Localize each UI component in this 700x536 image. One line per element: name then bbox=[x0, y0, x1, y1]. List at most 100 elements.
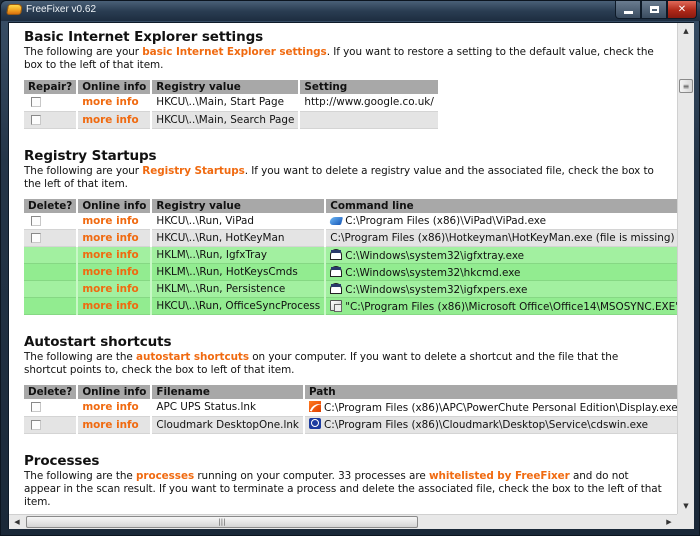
delete-checkbox[interactable] bbox=[31, 402, 41, 413]
table-header-row: Delete? Online info Registry value Comma… bbox=[24, 198, 677, 213]
vipad-icon bbox=[329, 216, 344, 225]
registry-value: HKCU\..\Main, Search Page bbox=[151, 111, 301, 129]
repair-checkbox[interactable] bbox=[31, 114, 41, 125]
autostart-shortcuts-table: Delete? Online info Filename Path more i… bbox=[24, 385, 677, 434]
close-button[interactable]: ✕ bbox=[667, 1, 697, 19]
processes-link[interactable]: processes bbox=[136, 470, 194, 482]
delete-cell bbox=[24, 246, 79, 264]
delete-checkbox[interactable] bbox=[31, 215, 41, 226]
scan-results-content: Basic Internet Explorer settings The fol… bbox=[9, 23, 677, 514]
window-icon bbox=[330, 265, 343, 277]
apc-icon bbox=[308, 400, 321, 412]
column-header: Registry value bbox=[151, 198, 327, 213]
registry-value: HKLM\..\Run, IgfxTray bbox=[151, 246, 327, 264]
column-header: Delete? bbox=[24, 385, 79, 399]
registry-value: HKLM\..\Run, Persistence bbox=[151, 280, 327, 298]
ie-settings-link[interactable]: basic Internet Explorer settings bbox=[142, 46, 326, 58]
command-text: C:\Windows\system32\igfxtray.exe bbox=[345, 249, 525, 262]
table-header-row: Delete? Online info Filename Path bbox=[24, 385, 677, 399]
scrollbar-corner bbox=[677, 514, 694, 529]
section-title: Registry Startups bbox=[24, 147, 157, 164]
scroll-right-arrow-icon[interactable]: ▶ bbox=[661, 515, 677, 529]
desc-text: The following are your bbox=[24, 46, 143, 58]
delete-cell bbox=[24, 229, 79, 247]
more-info-link[interactable]: more info bbox=[77, 212, 153, 230]
command-line: C:\Program Files (x86)\Hotkeyman\HotKeyM… bbox=[325, 229, 677, 247]
close-icon: ✕ bbox=[677, 4, 687, 15]
path-text: C:\Program Files (x86)\Cloudmark\Desktop… bbox=[323, 419, 649, 431]
path: C:\Program Files (x86)\Cloudmark\Desktop… bbox=[303, 416, 677, 434]
more-info-link[interactable]: more info bbox=[77, 263, 153, 281]
window-title: FreeFixer v0.62 bbox=[26, 4, 97, 15]
desc-text: The following are the bbox=[24, 351, 137, 363]
delete-cell bbox=[24, 263, 79, 281]
whitelisted-link[interactable]: whitelisted by FreeFixer bbox=[429, 470, 570, 482]
repair-cell bbox=[24, 111, 79, 129]
table-row-whitelisted: more info HKLM\..\Run, HotKeysCmds C:\Wi… bbox=[24, 263, 677, 281]
more-info-link[interactable]: more info bbox=[77, 399, 153, 417]
column-header: Delete? bbox=[24, 198, 79, 213]
registry-startups-link[interactable]: Registry Startups bbox=[142, 165, 245, 177]
command-line: C:\Windows\system32\igfxpers.exe bbox=[325, 280, 677, 298]
command-line: "C:\Program Files (x86)\Microsoft Office… bbox=[325, 297, 677, 315]
scroll-up-arrow-icon[interactable]: ▲ bbox=[678, 23, 694, 39]
delete-checkbox[interactable] bbox=[31, 419, 41, 430]
horizontal-scrollbar[interactable]: ◀ ||| ▶ bbox=[9, 514, 677, 529]
section-title: Autostart shortcuts bbox=[24, 334, 172, 350]
column-header: Registry value bbox=[151, 80, 301, 94]
command-line: C:\Program Files (x86)\ViPad\ViPad.exe bbox=[325, 212, 677, 230]
section-description: The following are your basic Internet Ex… bbox=[24, 46, 664, 72]
desc-text: running on your computer. 33 processes a… bbox=[194, 469, 429, 482]
delete-cell bbox=[24, 212, 79, 230]
table-row-whitelisted: more info HKLM\..\Run, IgfxTray C:\Windo… bbox=[24, 246, 677, 264]
table-row-whitelisted: more info HKCU\..\Run, OfficeSyncProcess… bbox=[24, 297, 677, 315]
table-row: more info HKCU\..\Main, Start Page http:… bbox=[24, 94, 438, 112]
more-info-link[interactable]: more info bbox=[77, 111, 153, 129]
more-info-link[interactable]: more info bbox=[77, 280, 153, 298]
setting-value: http://www.google.co.uk/ bbox=[299, 94, 438, 112]
path-text: C:\Program Files (x86)\APC\PowerChute Pe… bbox=[323, 401, 677, 414]
cloudmark-icon bbox=[308, 418, 321, 429]
client-area: Basic Internet Explorer settings The fol… bbox=[8, 22, 694, 529]
more-info-link[interactable]: more info bbox=[77, 246, 153, 264]
window-icon bbox=[330, 282, 343, 294]
command-line: C:\Windows\system32\hkcmd.exe bbox=[325, 263, 677, 281]
repair-cell bbox=[24, 94, 79, 112]
scroll-down-arrow-icon[interactable]: ▼ bbox=[678, 498, 694, 514]
more-info-link[interactable]: more info bbox=[77, 94, 153, 112]
delete-cell bbox=[24, 399, 79, 417]
table-row: more info HKCU\..\Run, HotKeyMan C:\Prog… bbox=[24, 229, 677, 247]
command-text: "C:\Program Files (x86)\Microsoft Office… bbox=[345, 300, 677, 313]
column-header: Online info bbox=[77, 80, 153, 94]
command-text: C:\Program Files (x86)\Hotkeyman\HotKeyM… bbox=[330, 232, 675, 244]
horizontal-scroll-thumb[interactable]: ||| bbox=[26, 516, 418, 528]
delete-cell bbox=[24, 297, 79, 315]
ie-settings-table: Repair? Online info Registry value Setti… bbox=[24, 80, 438, 129]
autostart-shortcuts-link[interactable]: autostart shortcuts bbox=[136, 351, 249, 363]
vertical-scrollbar[interactable]: ▲ ≡ ▼ bbox=[677, 23, 694, 514]
section-title: Processes bbox=[24, 452, 100, 469]
more-info-link[interactable]: more info bbox=[77, 229, 153, 247]
maximize-button[interactable] bbox=[641, 1, 667, 19]
repair-checkbox[interactable] bbox=[31, 97, 41, 108]
vertical-scroll-thumb[interactable]: ≡ bbox=[679, 79, 693, 93]
processes-section: Processes The following are the processe… bbox=[24, 453, 677, 509]
title-bar[interactable]: FreeFixer v0.62 ✕ bbox=[1, 1, 700, 21]
section-description: The following are the autostart shortcut… bbox=[24, 351, 664, 377]
delete-checkbox[interactable] bbox=[31, 233, 41, 243]
filename: Cloudmark DesktopOne.lnk bbox=[151, 416, 305, 434]
command-text: C:\Program Files (x86)\ViPad\ViPad.exe bbox=[345, 214, 547, 227]
section-title: Basic Internet Explorer settings bbox=[24, 29, 264, 45]
column-header: Filename bbox=[151, 385, 305, 399]
table-header-row: Repair? Online info Registry value Setti… bbox=[24, 80, 438, 94]
desc-text: The following are the bbox=[24, 469, 137, 482]
table-row-whitelisted: more info HKLM\..\Run, Persistence C:\Wi… bbox=[24, 280, 677, 298]
section-description: The following are the processes running … bbox=[24, 470, 664, 509]
minimize-icon bbox=[623, 10, 633, 14]
delete-cell bbox=[24, 280, 79, 298]
more-info-link[interactable]: more info bbox=[77, 416, 153, 434]
column-header: Repair? bbox=[24, 80, 79, 94]
more-info-link[interactable]: more info bbox=[77, 297, 153, 315]
minimize-button[interactable] bbox=[615, 1, 641, 19]
scroll-left-arrow-icon[interactable]: ◀ bbox=[9, 515, 25, 529]
